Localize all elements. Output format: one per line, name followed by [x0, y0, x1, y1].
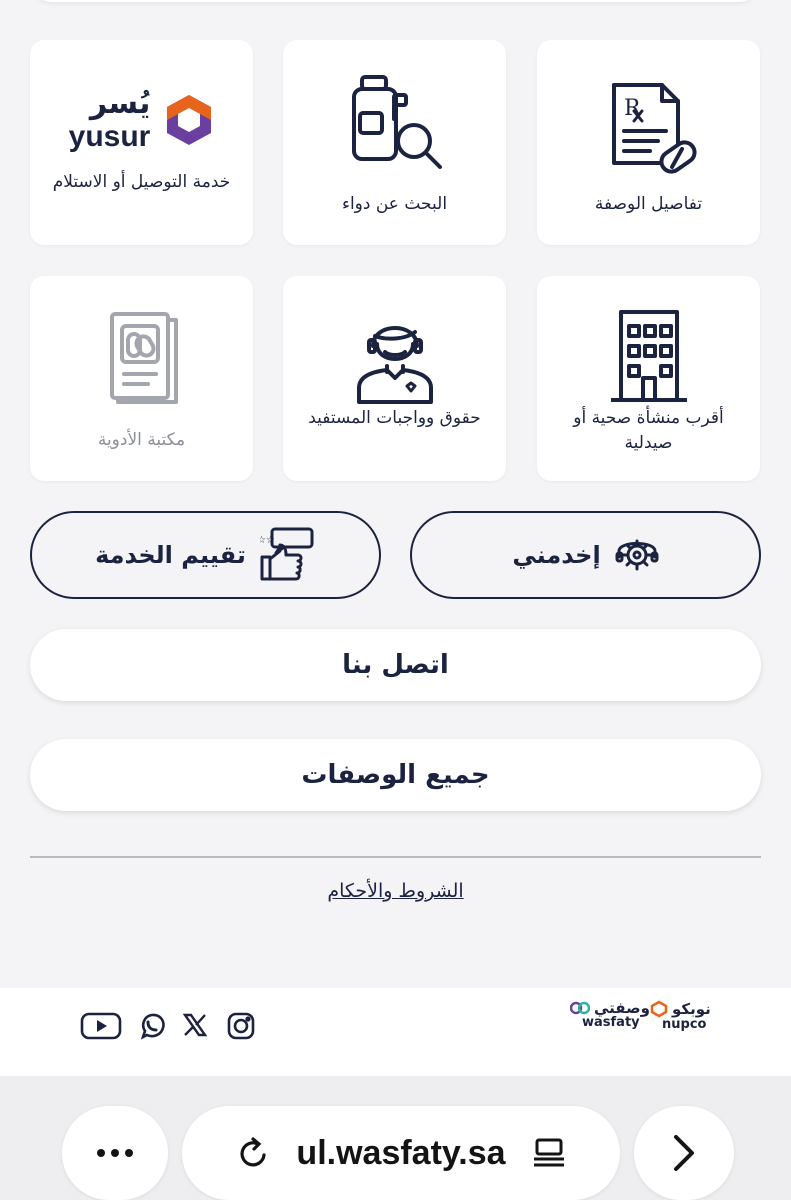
url-text: ul.wasfaty.sa [296, 1133, 506, 1172]
gear-headset-icon [615, 533, 659, 577]
contact-us-label: اتصل بنا [342, 650, 449, 680]
tile-label: أقرب منشأة صحية أو صيدلية [573, 408, 724, 453]
chevron-right-icon [674, 1135, 694, 1171]
forward-button[interactable] [634, 1106, 734, 1200]
tile-beneficiary-rights[interactable]: حقوق وواجبات المستفيد [283, 276, 506, 481]
youtube-icon[interactable] [80, 1011, 122, 1041]
medicine-library-icon [30, 296, 253, 416]
contact-us-button[interactable]: اتصل بنا [30, 629, 761, 701]
beneficiary-icon [283, 296, 506, 416]
wasfaty-logo-mark-icon [570, 1001, 590, 1015]
yusur-logo-latin: yusur [68, 120, 151, 153]
tile-label: تفاصيل الوصفة [594, 194, 703, 214]
tile-prescription-details[interactable]: R تفاصيل الوصفة [537, 40, 760, 245]
ellipsis-icon [97, 1149, 133, 1157]
yusur-logo-arabic: يُسر [89, 86, 151, 121]
all-prescriptions-button[interactable]: جميع الوصفات [30, 739, 761, 811]
serve-me-label: إخدمني [512, 541, 601, 569]
medicine-search-icon [283, 70, 506, 190]
svg-text:☆☆☆: ☆☆☆ [260, 535, 275, 546]
terms-link[interactable]: الشروط والأحكام [0, 880, 791, 902]
x-icon[interactable] [181, 1011, 209, 1039]
all-prescriptions-label: جميع الوصفات [301, 760, 490, 790]
nupco-logo-mark-icon [650, 1000, 668, 1018]
more-options-button[interactable] [62, 1106, 168, 1200]
building-icon [537, 296, 760, 416]
wasfaty-logo-arabic: وصفتي [594, 999, 650, 1017]
nupco-logo-arabic: نوبكو [672, 1000, 711, 1018]
divider [30, 856, 761, 858]
tile-delivery-pickup[interactable]: يُسر yusur خدمة التوصيل أو الاستلام [30, 40, 253, 245]
reload-icon[interactable] [236, 1136, 270, 1170]
tile-medicine-search[interactable]: البحث عن دواء [283, 40, 506, 245]
wasfaty-logo-latin: wasfaty [582, 1015, 640, 1030]
nupco-logo-latin: nupco [662, 1017, 707, 1032]
prescription-icon: R [537, 70, 760, 190]
tile-label: مكتبة الأدوية [97, 430, 186, 450]
reader-mode-icon[interactable] [532, 1138, 566, 1168]
top-card-edge [30, 0, 761, 2]
rate-service-label: تقييم الخدمة [95, 541, 246, 569]
wasfaty-logo: وصفتي wasfaty [570, 1000, 650, 1030]
rate-service-button[interactable]: ☆☆☆ تقييم الخدمة [30, 511, 381, 599]
address-bar[interactable]: ul.wasfaty.sa [182, 1106, 620, 1200]
thumbs-up-rating-icon: ☆☆☆ [260, 527, 316, 583]
yusur-hexagon-icon [167, 95, 212, 145]
nupco-logo: نوبكو nupco [650, 1000, 711, 1032]
yusur-logo: يُسر yusur [30, 80, 253, 160]
tile-label: البحث عن دواء [341, 194, 448, 214]
serve-me-button[interactable]: إخدمني [410, 511, 761, 599]
tile-medicine-library[interactable]: مكتبة الأدوية [30, 276, 253, 481]
tile-label: حقوق وواجبات المستفيد [308, 408, 481, 428]
tile-nearest-facility[interactable]: أقرب منشأة صحية أو صيدلية [537, 276, 760, 481]
whatsapp-icon[interactable] [137, 1011, 167, 1041]
tile-label: خدمة التوصيل أو الاستلام [52, 172, 231, 192]
instagram-icon[interactable] [226, 1011, 256, 1041]
